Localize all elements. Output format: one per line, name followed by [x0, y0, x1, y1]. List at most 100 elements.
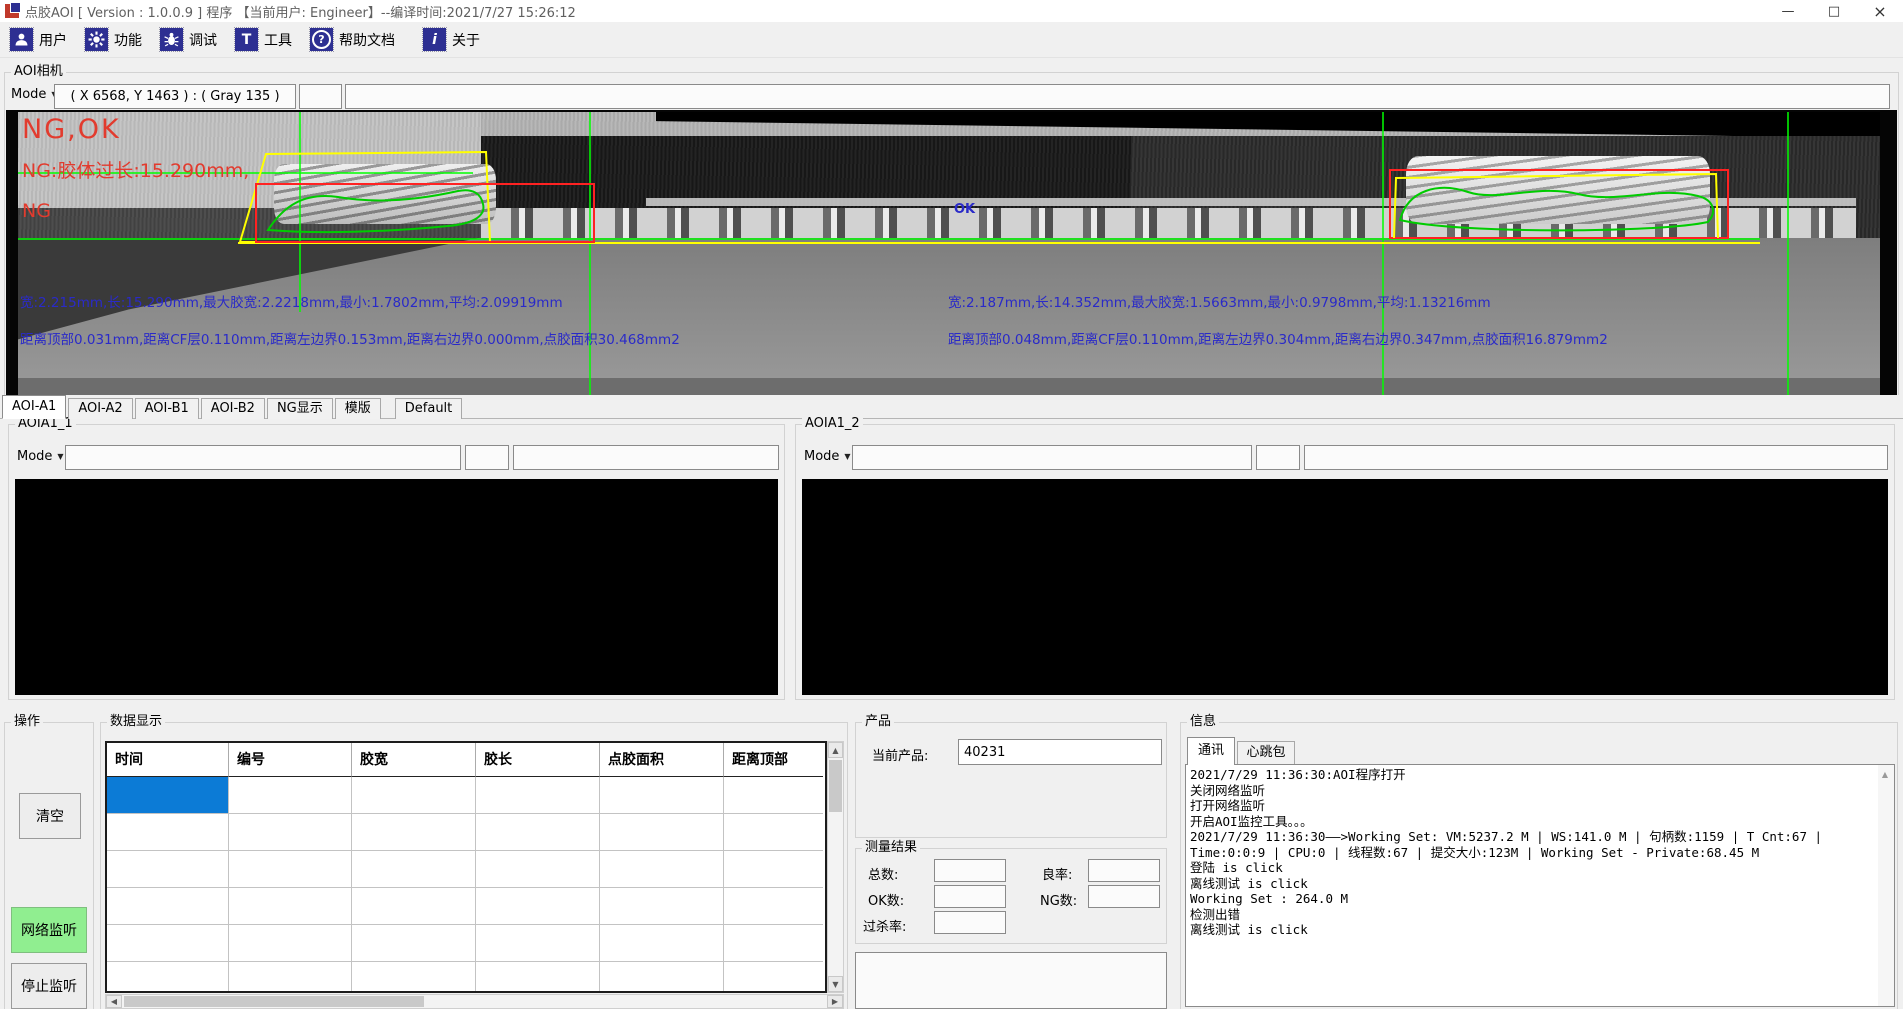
table-cell[interactable] — [724, 925, 823, 962]
table-cell[interactable] — [724, 888, 823, 925]
aoia1-2-field-3[interactable] — [1304, 445, 1888, 470]
table-cell[interactable] — [600, 851, 724, 888]
debug-button-label: 调试 — [189, 30, 217, 50]
aoia1-1-field-1[interactable] — [65, 445, 461, 470]
scroll-up-icon[interactable]: ▲ — [828, 742, 843, 758]
user-button[interactable]: 用户 — [10, 28, 67, 51]
clear-button[interactable]: 清空 — [19, 793, 81, 839]
table-cell[interactable] — [724, 851, 823, 888]
tab-aoi-b2[interactable]: AOI-B2 — [201, 398, 265, 419]
current-product-input[interactable]: 40231 — [958, 739, 1162, 765]
yield-label: 良率: — [1042, 864, 1072, 883]
ng-count-field[interactable] — [1088, 885, 1160, 908]
debug-button[interactable]: 调试 — [160, 28, 217, 51]
overkill-rate-field[interactable] — [934, 911, 1006, 934]
scrollbar-thumb[interactable] — [124, 996, 424, 1007]
column-header-time[interactable]: 时间 — [107, 743, 229, 777]
tab-ng-display[interactable]: NG显示 — [267, 398, 333, 419]
table-cell[interactable] — [600, 777, 724, 814]
stop-listen-button[interactable]: 停止监听 — [11, 963, 87, 1009]
table-cell[interactable] — [229, 962, 352, 993]
table-row — [107, 962, 825, 993]
pixel-readout-field[interactable]: ( X 6568, Y 1463 ) : ( Gray 135 ) — [54, 84, 296, 109]
aoia1-2-field-1[interactable] — [852, 445, 1252, 470]
data-table: 时间 编号 胶宽 胶长 点胶面积 距离顶部 — [105, 741, 827, 993]
table-cell[interactable] — [352, 851, 476, 888]
network-listen-button[interactable]: 网络监听 — [11, 907, 87, 953]
camera-small-field[interactable] — [299, 84, 342, 109]
table-cell[interactable] — [229, 851, 352, 888]
camera-annotation-overlay — [18, 112, 1880, 395]
table-cell[interactable] — [229, 777, 352, 814]
table-cell[interactable] — [229, 888, 352, 925]
aoia1-1-field-2[interactable] — [465, 445, 509, 470]
tab-comm[interactable]: 通讯 — [1187, 737, 1235, 765]
table-cell-selected[interactable] — [107, 777, 229, 814]
table-cell[interactable] — [352, 888, 476, 925]
table-cell[interactable] — [107, 851, 229, 888]
tab-aoi-a1[interactable]: AOI-A1 — [2, 395, 66, 419]
table-vertical-scrollbar[interactable]: ▲ ▼ — [827, 741, 844, 993]
yield-field[interactable] — [1088, 859, 1160, 882]
table-cell[interactable] — [476, 925, 600, 962]
table-cell[interactable] — [600, 925, 724, 962]
scroll-right-icon[interactable]: ▶ — [827, 995, 843, 1008]
scroll-left-icon[interactable]: ◀ — [106, 995, 122, 1008]
minimize-button[interactable]: — — [1765, 0, 1811, 22]
table-cell[interactable] — [107, 925, 229, 962]
table-cell[interactable] — [352, 814, 476, 851]
column-header-top-dist[interactable]: 距离顶部 — [724, 743, 823, 777]
camera-image-view[interactable]: NG,OK NG:胶体过长:15.290mm, NG OK 宽:2.215mm,… — [6, 110, 1897, 395]
table-cell[interactable] — [476, 814, 600, 851]
maximize-button[interactable]: □ — [1811, 0, 1857, 22]
aoia1-1-field-3[interactable] — [513, 445, 779, 470]
tab-aoi-a2[interactable]: AOI-A2 — [68, 398, 132, 419]
ok-count-field[interactable] — [934, 885, 1006, 908]
table-cell[interactable] — [107, 814, 229, 851]
about-button[interactable]: i 关于 — [423, 28, 480, 51]
aoia1-2-mode-dropdown[interactable]: Mode ▼ — [804, 449, 851, 464]
close-button[interactable]: × — [1857, 0, 1903, 22]
table-horizontal-scrollbar[interactable]: ◀ ▶ — [105, 994, 844, 1009]
user-icon — [10, 28, 33, 51]
table-cell[interactable] — [107, 888, 229, 925]
scroll-up-icon[interactable]: ▲ — [1878, 767, 1892, 781]
table-cell[interactable] — [352, 777, 476, 814]
tab-default[interactable]: Default — [395, 398, 463, 419]
tab-aoi-b1[interactable]: AOI-B1 — [135, 398, 199, 419]
table-cell[interactable] — [724, 777, 823, 814]
column-header-area[interactable]: 点胶面积 — [600, 743, 724, 777]
scroll-down-icon[interactable]: ▼ — [828, 976, 843, 992]
table-cell[interactable] — [476, 777, 600, 814]
table-row — [107, 814, 825, 851]
table-cell[interactable] — [476, 851, 600, 888]
total-count-field[interactable] — [934, 859, 1006, 882]
tab-template[interactable]: 模版 — [335, 398, 381, 419]
help-button[interactable]: ? 帮助文档 — [310, 28, 395, 51]
tools-button[interactable]: T 工具 — [235, 28, 292, 51]
table-cell[interactable] — [600, 814, 724, 851]
function-button[interactable]: 功能 — [85, 28, 142, 51]
table-cell[interactable] — [724, 962, 823, 993]
table-cell[interactable] — [724, 814, 823, 851]
table-cell[interactable] — [600, 962, 724, 993]
column-header-width[interactable]: 胶宽 — [352, 743, 476, 777]
log-scrollbar[interactable]: ▲ — [1878, 765, 1894, 1006]
aoia1-1-mode-dropdown[interactable]: Mode ▼ — [17, 449, 64, 464]
table-cell[interactable] — [352, 962, 476, 993]
comm-log[interactable]: 2021/7/29 11:36:30:AOI程序打开 关闭网络监听 打开网络监听… — [1185, 764, 1895, 1007]
table-cell[interactable] — [600, 888, 724, 925]
table-cell[interactable] — [476, 962, 600, 993]
table-cell[interactable] — [107, 962, 229, 993]
camera-long-field[interactable] — [345, 84, 1890, 109]
table-cell[interactable] — [229, 925, 352, 962]
table-cell[interactable] — [476, 888, 600, 925]
column-header-id[interactable]: 编号 — [229, 743, 352, 777]
aoia1-2-field-2[interactable] — [1256, 445, 1300, 470]
camera-mode-dropdown[interactable]: Mode ▼ — [11, 87, 58, 102]
scrollbar-thumb[interactable] — [829, 760, 842, 812]
table-cell[interactable] — [352, 925, 476, 962]
column-header-length[interactable]: 胶长 — [476, 743, 600, 777]
tab-heartbeat[interactable]: 心跳包 — [1237, 741, 1295, 765]
table-cell[interactable] — [229, 814, 352, 851]
